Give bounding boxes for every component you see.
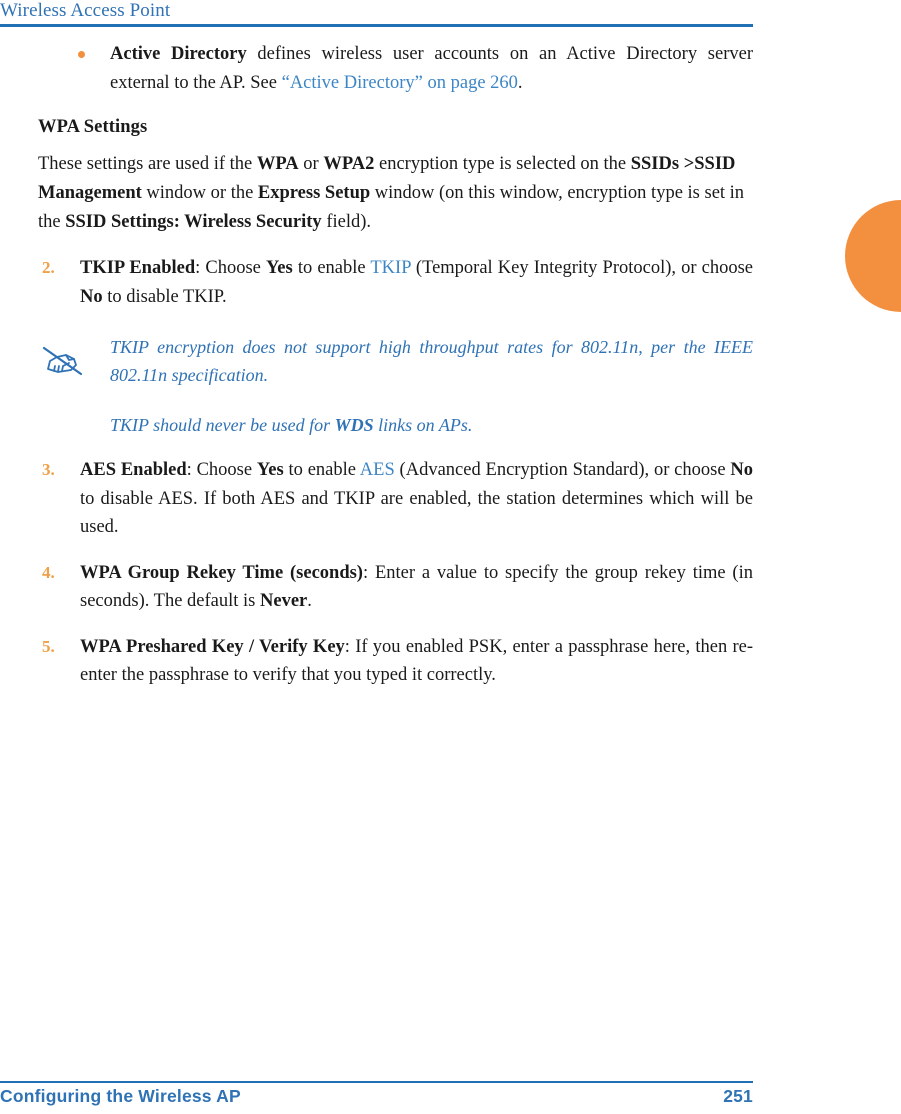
- intro-t6: field).: [321, 212, 371, 232]
- step-3-b1: Yes: [256, 460, 284, 480]
- section-subheading: WPA Settings: [38, 117, 148, 137]
- intro-t3: encryption type is selected on the: [374, 154, 631, 174]
- intro-b5: SSID Settings: Wireless Security: [65, 212, 322, 232]
- note-line-2-a: TKIP should never be used for: [110, 415, 335, 435]
- step-number-2: 2.: [42, 258, 55, 277]
- intro-t4: window or the: [141, 183, 258, 203]
- footer-section-label: Configuring the Wireless AP: [0, 1086, 241, 1106]
- step-2-link-tkip[interactable]: TKIP: [370, 258, 410, 278]
- procedure-step-4: 4. WPA Group Rekey Time (seconds): Enter …: [38, 559, 753, 616]
- step-2-t4: to disable TKIP.: [102, 286, 227, 307]
- step-3-t2: to enable: [283, 460, 360, 480]
- step-4-b1: Never: [260, 591, 308, 611]
- intro-b4: Express Setup: [257, 183, 371, 203]
- step-number-3: 3.: [42, 460, 55, 479]
- page-header: Wireless Access Point: [0, 0, 753, 34]
- note-line-1: TKIP encryption does not support high th…: [110, 337, 753, 385]
- intro-b1: WPA: [256, 154, 299, 174]
- intro-t2: or: [298, 154, 324, 174]
- intro-paragraph: These settings are used if the WPA or WP…: [38, 150, 753, 237]
- step-4-t2: .: [307, 591, 312, 611]
- procedure-step-5: 5. WPA Preshared Key / Verify Key: If you…: [38, 633, 753, 690]
- step-2-t1: : Choose: [195, 258, 266, 278]
- step-2-b2: No: [80, 286, 103, 307]
- step-5-term: WPA Preshared Key / Verify Key: [80, 636, 345, 657]
- running-head-title: Wireless Access Point: [0, 0, 171, 21]
- document-page: Wireless Access Point Active Directory d…: [0, 0, 901, 1114]
- procedure-step-3: 3. AES Enabled: Choose Yes to enable AES …: [38, 456, 753, 542]
- page-content: Active Directory defines wireless user a…: [38, 40, 753, 690]
- bullet-dot-icon: [78, 51, 85, 58]
- note-block: TKIP encryption does not support high th…: [38, 333, 753, 439]
- page-footer: Configuring the Wireless AP 251: [0, 1081, 753, 1114]
- procedure-step-2: 2. TKIP Enabled: Choose Yes to enable TKI…: [38, 254, 753, 311]
- note-line-2-c: links on APs.: [373, 415, 473, 435]
- step-3-term: AES Enabled: [80, 460, 187, 480]
- step-4-term: WPA Group Rekey Time (seconds): [80, 562, 363, 583]
- cross-reference-link[interactable]: “Active Directory” on page 260: [282, 73, 518, 93]
- step-3-t4: to disable AES. If both AES and TKIP are…: [80, 488, 753, 538]
- step-2-b1: Yes: [265, 258, 293, 278]
- footer-rule: [0, 1081, 753, 1083]
- note-line-2-b: WDS: [334, 415, 374, 435]
- note-pencil-hand-icon: [38, 341, 90, 381]
- note-line-2: TKIP should never be used for WDS links …: [110, 411, 753, 439]
- chapter-thumb-tab: [845, 200, 901, 312]
- bullet-list-item: Active Directory defines wireless user a…: [38, 40, 753, 97]
- step-2-term: TKIP Enabled: [80, 258, 196, 278]
- step-2-t2: to enable: [292, 258, 371, 278]
- step-3-link-aes[interactable]: AES: [360, 460, 395, 480]
- step-3-t1: : Choose: [186, 460, 257, 480]
- intro-b2: WPA2: [323, 154, 375, 174]
- footer-page-number: 251: [723, 1086, 753, 1106]
- bullet-term: Active Directory: [110, 44, 247, 64]
- step-number-5: 5.: [42, 636, 55, 656]
- step-3-t3: (Advanced Encryption Standard), or choos…: [394, 460, 731, 480]
- bullet-text-2: .: [517, 72, 523, 93]
- step-2-t3: (Temporal Key Integrity Protocol), or ch…: [410, 258, 754, 278]
- step-number-4: 4.: [42, 562, 55, 582]
- header-rule: [0, 24, 753, 27]
- step-3-b2: No: [730, 460, 753, 480]
- intro-t1: These settings are used if the: [38, 154, 257, 174]
